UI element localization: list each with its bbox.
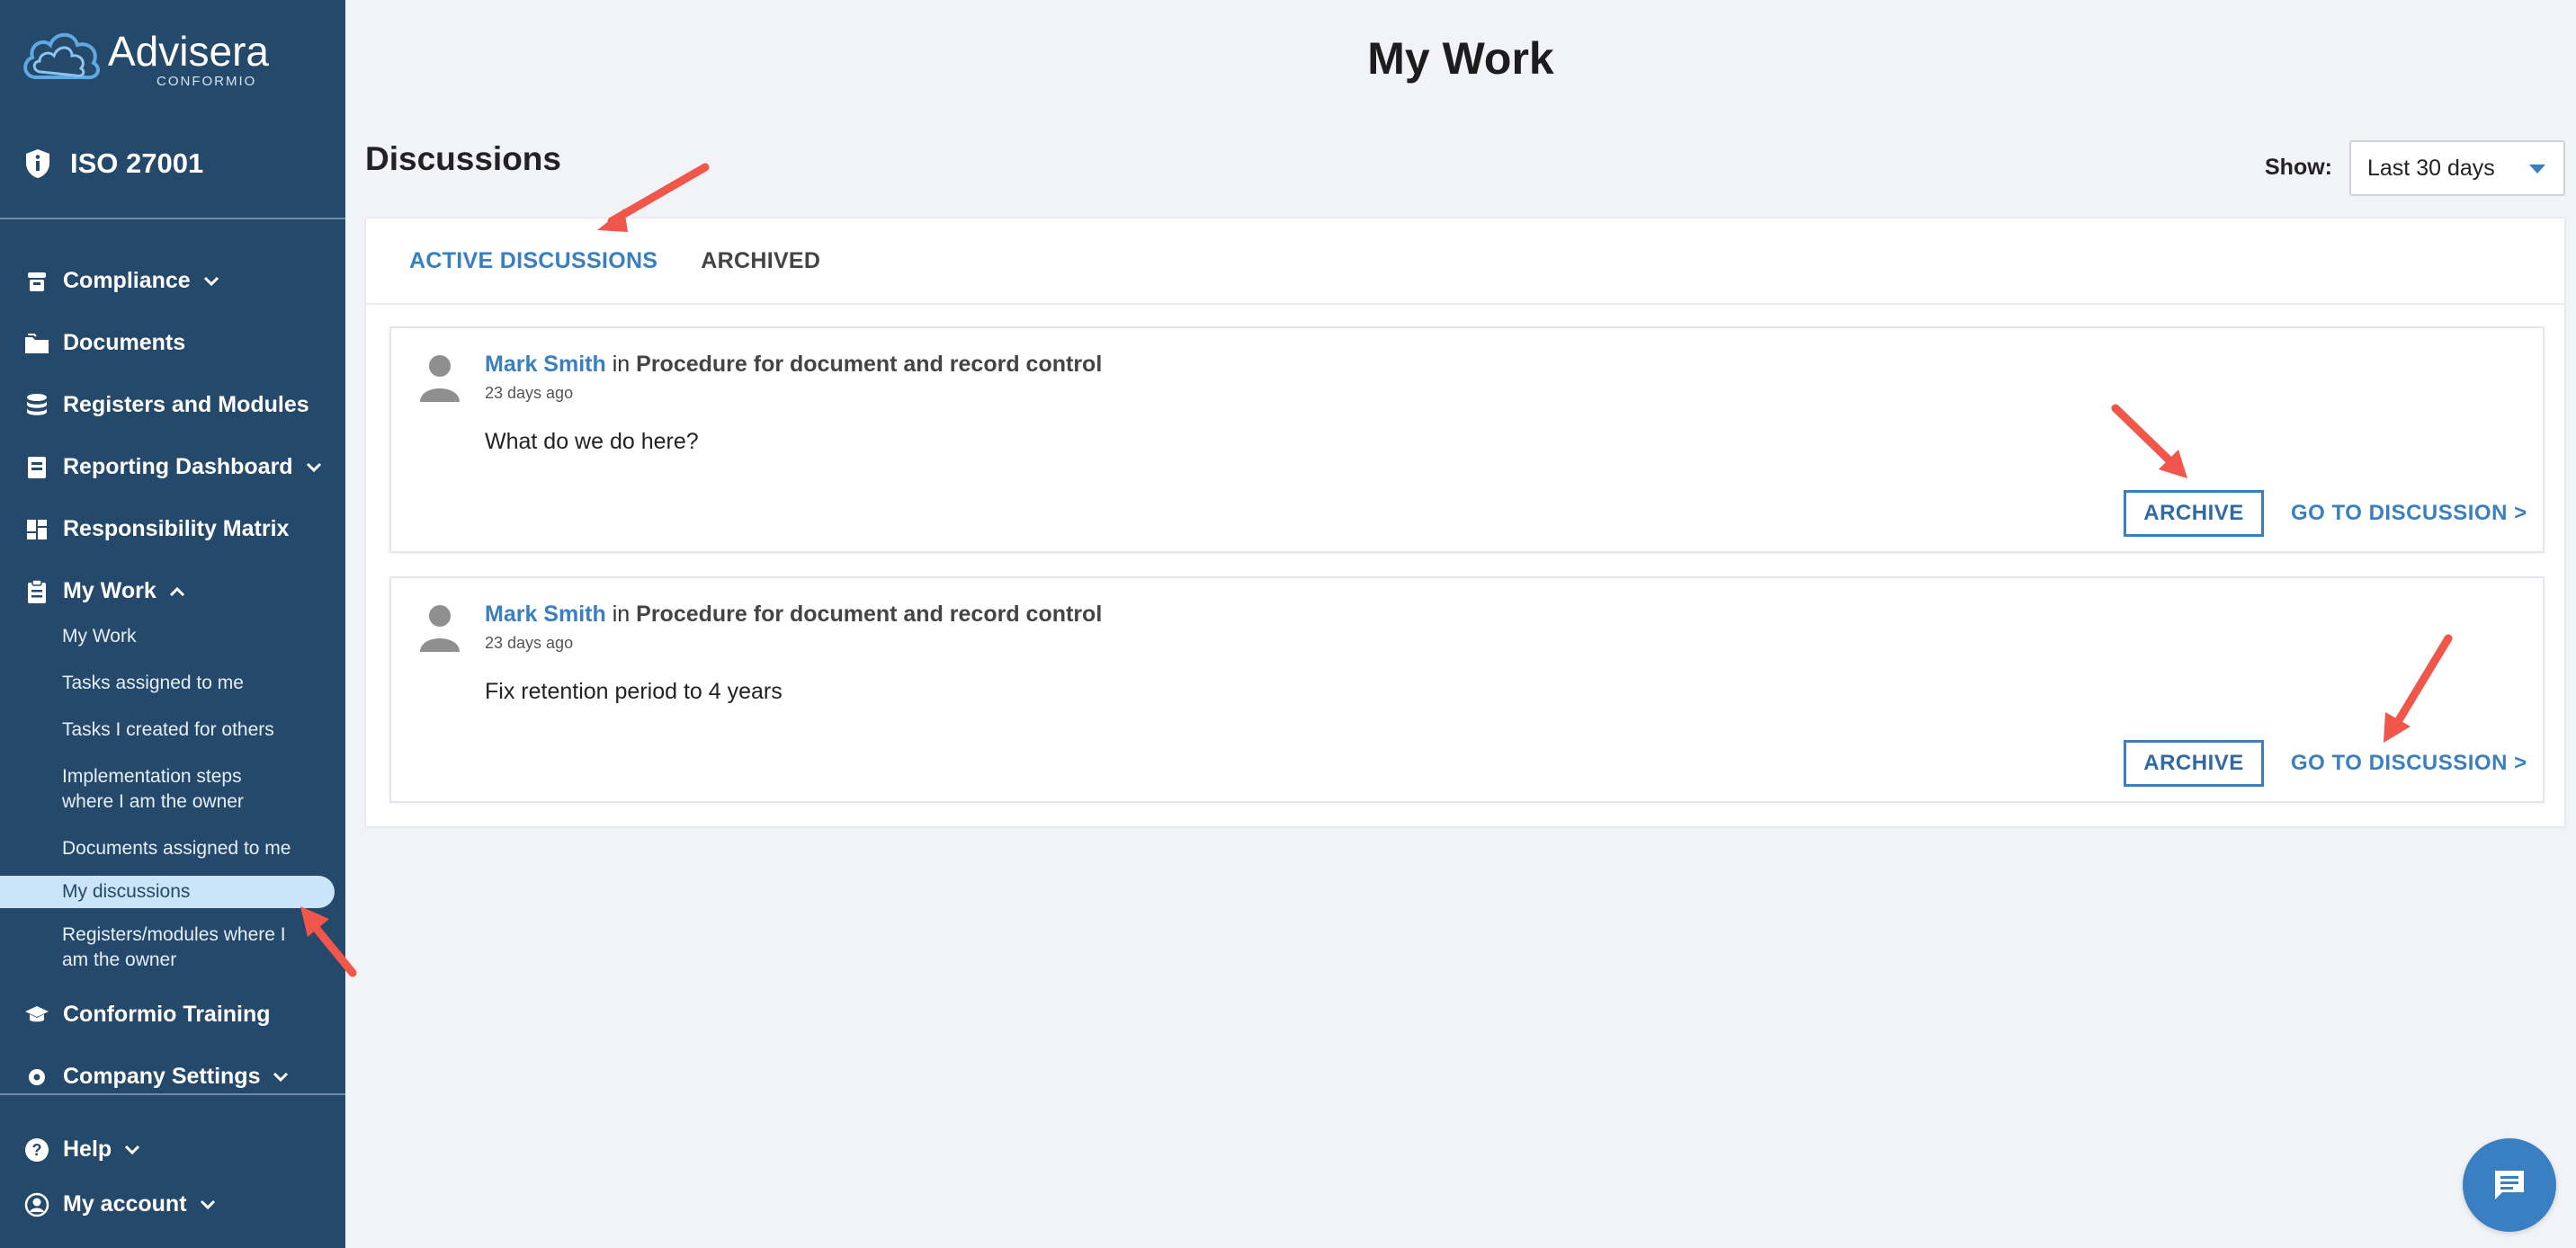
product-selector[interactable]: ISO 27001 bbox=[23, 147, 203, 180]
submenu-tasks-assigned[interactable]: Tasks assigned to me bbox=[62, 671, 345, 696]
help-icon: ? bbox=[23, 1137, 50, 1163]
submenu-registers-owner[interactable]: Registers/modules where I am the owner bbox=[62, 923, 305, 973]
date-range-select[interactable]: Last 30 days bbox=[2349, 140, 2565, 196]
brand-sub: CONFORMIO bbox=[157, 74, 257, 89]
gear-icon bbox=[23, 1064, 50, 1091]
sidebar-item-documents[interactable]: Documents bbox=[0, 312, 345, 374]
sidebar-nav: Compliance Documents Registers and Modul… bbox=[0, 250, 345, 1108]
sidebar-item-label: Documents bbox=[63, 330, 186, 355]
sidebar-item-label: Conformio Training bbox=[63, 1002, 271, 1027]
submenu-my-work[interactable]: My Work bbox=[62, 624, 345, 649]
tab-active-discussions[interactable]: ACTIVE DISCUSSIONS bbox=[409, 248, 657, 274]
sidebar-item-compliance[interactable]: Compliance bbox=[0, 250, 345, 312]
section-title: Discussions bbox=[365, 140, 561, 177]
discussion-tabs: ACTIVE DISCUSSIONS ARCHIVED bbox=[366, 218, 2564, 305]
discussion-time: 23 days ago bbox=[485, 384, 574, 402]
sidebar: Advisera CONFORMIO ISO 27001 Compliance … bbox=[0, 0, 345, 1248]
archive-button[interactable]: ARCHIVE bbox=[2124, 740, 2264, 787]
chat-button[interactable] bbox=[2463, 1138, 2556, 1232]
graduation-cap-icon bbox=[23, 1002, 50, 1029]
submenu-my-discussions[interactable]: My discussions bbox=[0, 876, 335, 908]
avatar-icon bbox=[420, 355, 460, 402]
discussion-message: Fix retention period to 4 years bbox=[485, 679, 783, 704]
sidebar-item-my-account[interactable]: My account bbox=[0, 1177, 345, 1232]
sidebar-item-label: Responsibility Matrix bbox=[63, 516, 290, 541]
discussions-panel: ACTIVE DISCUSSIONS ARCHIVED Mark Smith i… bbox=[365, 218, 2565, 827]
discussion-meta: Mark Smith in Procedure for document and… bbox=[485, 602, 1102, 628]
discussion-message: What do we do here? bbox=[485, 429, 699, 454]
brand-name: Advisera bbox=[108, 28, 269, 75]
author-link[interactable]: Mark Smith bbox=[485, 352, 606, 377]
grid-icon bbox=[23, 516, 50, 543]
sidebar-item-training[interactable]: Conformio Training bbox=[0, 984, 345, 1046]
chevron-down-icon bbox=[203, 276, 219, 286]
sidebar-divider bbox=[0, 218, 345, 219]
submenu-implementation-steps[interactable]: Implementation steps where I am the owne… bbox=[62, 764, 269, 815]
sidebar-item-label: Reporting Dashboard bbox=[63, 454, 293, 479]
document-link[interactable]: Procedure for document and record contro… bbox=[636, 602, 1102, 627]
chevron-down-icon bbox=[200, 1199, 215, 1209]
sidebar-item-label: My Work bbox=[63, 578, 157, 603]
submenu-documents-assigned[interactable]: Documents assigned to me bbox=[62, 836, 345, 861]
chevron-down-icon bbox=[125, 1145, 140, 1154]
user-circle-icon bbox=[23, 1191, 50, 1218]
go-to-discussion-button[interactable]: GO TO DISCUSSION > bbox=[2291, 490, 2527, 537]
author-link[interactable]: Mark Smith bbox=[485, 602, 606, 627]
discussion-time: 23 days ago bbox=[485, 634, 574, 652]
cloud-logo-icon bbox=[23, 32, 101, 80]
svg-text:?: ? bbox=[32, 1141, 42, 1159]
discussion-card: Mark Smith in Procedure for document and… bbox=[389, 576, 2545, 803]
box-icon bbox=[23, 268, 50, 295]
archive-button[interactable]: ARCHIVE bbox=[2124, 490, 2264, 537]
chevron-down-icon bbox=[273, 1072, 289, 1082]
my-work-submenu: My Work Tasks assigned to me Tasks I cre… bbox=[0, 624, 345, 973]
sidebar-item-label: Help bbox=[63, 1137, 112, 1162]
sidebar-item-my-work[interactable]: My Work bbox=[0, 560, 345, 622]
sidebar-item-label: Registers and Modules bbox=[63, 392, 309, 417]
go-to-discussion-button[interactable]: GO TO DISCUSSION > bbox=[2291, 740, 2527, 787]
report-icon bbox=[23, 454, 50, 481]
clipboard-icon bbox=[23, 578, 50, 605]
sidebar-item-help[interactable]: ? Help bbox=[0, 1122, 345, 1177]
sidebar-item-responsibility[interactable]: Responsibility Matrix bbox=[0, 498, 345, 560]
sidebar-item-reporting[interactable]: Reporting Dashboard bbox=[0, 436, 345, 498]
discussion-meta: Mark Smith in Procedure for document and… bbox=[485, 352, 1102, 378]
submenu-tasks-created[interactable]: Tasks I created for others bbox=[62, 718, 345, 743]
chat-icon bbox=[2495, 1171, 2524, 1199]
page-title: My Work bbox=[1367, 33, 1554, 84]
tab-archived[interactable]: ARCHIVED bbox=[701, 248, 820, 274]
show-filter-label: Show: bbox=[2265, 155, 2332, 180]
chevron-down-icon bbox=[306, 462, 321, 472]
sidebar-item-label: Company Settings bbox=[63, 1064, 261, 1089]
database-icon bbox=[23, 392, 50, 419]
shield-info-icon bbox=[26, 149, 49, 178]
sidebar-bottom-nav: ? Help My account bbox=[0, 1095, 345, 1232]
in-text: in bbox=[612, 352, 631, 377]
sidebar-item-label: My account bbox=[63, 1191, 187, 1217]
date-range-value: Last 30 days bbox=[2367, 155, 2495, 181]
document-link[interactable]: Procedure for document and record contro… bbox=[636, 352, 1102, 377]
product-name: ISO 27001 bbox=[70, 147, 204, 179]
sidebar-item-registers[interactable]: Registers and Modules bbox=[0, 374, 345, 436]
discussion-card: Mark Smith in Procedure for document and… bbox=[389, 326, 2545, 553]
folders-icon bbox=[23, 330, 50, 357]
avatar-icon bbox=[420, 605, 460, 652]
chevron-up-icon bbox=[169, 586, 184, 596]
sidebar-item-label: Compliance bbox=[63, 268, 191, 293]
in-text: in bbox=[612, 602, 631, 627]
brand-logo[interactable]: Advisera CONFORMIO bbox=[20, 25, 269, 89]
caret-down-icon bbox=[2529, 165, 2545, 174]
